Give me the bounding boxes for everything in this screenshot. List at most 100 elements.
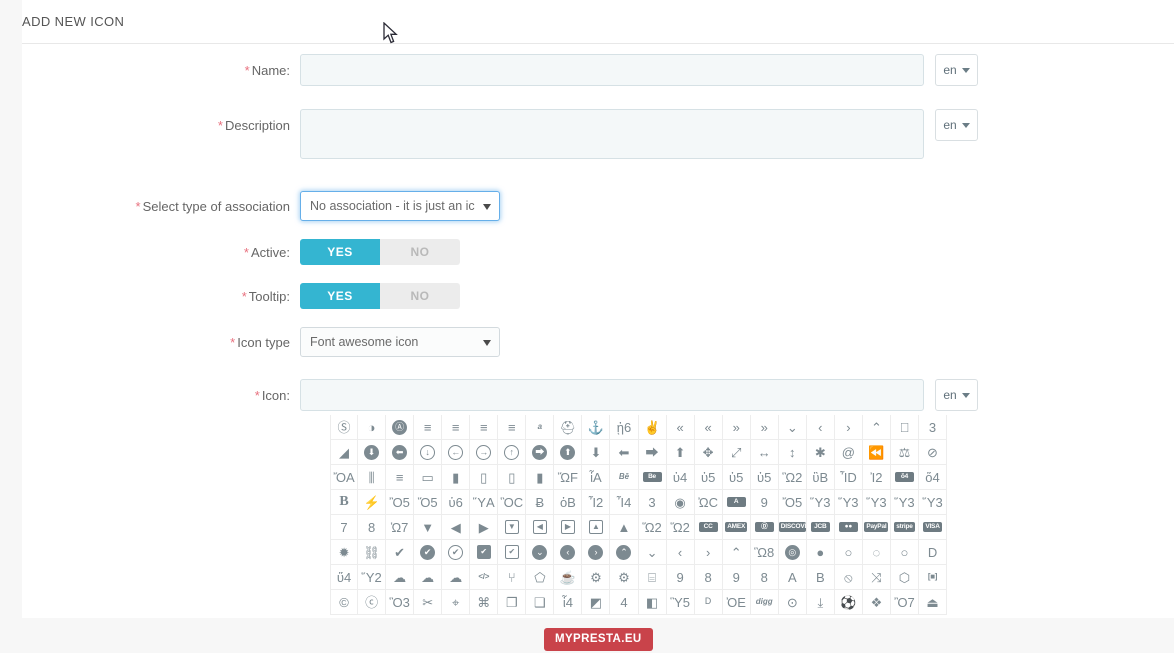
code-icon[interactable]: </> (470, 565, 498, 590)
angellist-icon[interactable]: ✌ (639, 415, 667, 440)
cog-icon[interactable]: ⚙ (582, 565, 610, 590)
circle-icon[interactable]: ● (807, 540, 835, 565)
buysellads-icon[interactable]: A (723, 490, 751, 515)
name-input[interactable] (300, 54, 924, 86)
battery-three-quarters-icon[interactable]: ▮ (526, 465, 554, 490)
cc-diners-club-icon[interactable]: Ⓓ (751, 515, 779, 540)
bars-icon[interactable]: ≡ (386, 465, 414, 490)
desktop-icon[interactable]: Ὓ5 (667, 590, 695, 615)
arrow-right-icon[interactable]: ⮕ (639, 440, 667, 465)
cc-paypal-icon[interactable]: PayPal (863, 515, 891, 540)
dashcube-icon[interactable]: ◩ (582, 590, 610, 615)
circle-o-notch-icon[interactable]: ◌ (863, 540, 891, 565)
check-circle-o-icon[interactable]: ✔ (442, 540, 470, 565)
creative-commons-icon[interactable]: ⓒ (358, 590, 386, 615)
tie-icon[interactable]: ὅ4 (919, 465, 947, 490)
arrow-circle-right-icon[interactable]: ⮕ (526, 440, 554, 465)
calendar-o-icon[interactable]: Ὕ3 (863, 490, 891, 515)
calculator-icon[interactable]: ὚9 (751, 490, 779, 515)
bell-icon[interactable]: ὑ4 (667, 465, 695, 490)
cubes-icon[interactable]: ❑ (526, 590, 554, 615)
copyright-icon[interactable]: © (330, 590, 358, 615)
behance-square-icon[interactable]: Be (639, 465, 667, 490)
caret-up-icon[interactable]: ▲ (610, 515, 638, 540)
bell-slash-o-icon[interactable]: ὑ5 (751, 465, 779, 490)
camera-retro-icon[interactable]: ὏8 (358, 515, 386, 540)
caret-square-o-up-icon[interactable]: ▲ (582, 515, 610, 540)
anchor-icon[interactable]: ⚓ (582, 415, 610, 440)
bookmark-o-icon[interactable]: ὝA (470, 490, 498, 515)
mypresta-badge[interactable]: MYPRESTA.EU (544, 628, 653, 651)
deviantart-icon[interactable]: ᴰ (695, 590, 723, 615)
font-awesome-icon-picker[interactable]: Ⓢ◑Ⓐ≡≡≡≡a⛑⚓ᾑ6✌««»»⌄‹›⌃὜3◢⬇⬅↓←→↑⮕⬆⬇⬅⮕⬆✥⤢↔… (330, 415, 947, 618)
certificate-icon[interactable]: ✹ (330, 540, 358, 565)
angle-double-down-icon[interactable]: « (667, 415, 695, 440)
bolt-icon[interactable]: ⚡ (358, 490, 386, 515)
caret-square-o-right-icon[interactable]: ▶ (554, 515, 582, 540)
comments-o-icon[interactable]: ὞B (807, 565, 835, 590)
database-icon[interactable]: ὜4 (610, 590, 638, 615)
chevron-right-icon[interactable]: › (695, 540, 723, 565)
black-tie-icon[interactable]: ὅ4 (891, 465, 919, 490)
calendar-times-o-icon[interactable]: Ὕ3 (919, 490, 947, 515)
beer-icon[interactable]: ἷA (582, 465, 610, 490)
arrow-circle-o-down-icon[interactable]: ↓ (414, 440, 442, 465)
bullhorn-icon[interactable]: ὎3 (639, 490, 667, 515)
cloud-icon[interactable]: ☁ (386, 565, 414, 590)
ban-icon[interactable]: ⊘ (919, 440, 947, 465)
caret-right-icon[interactable]: ▶ (470, 515, 498, 540)
dribbble-icon[interactable]: ⚽ (835, 590, 863, 615)
commenting-icon[interactable]: ὞9 (723, 565, 751, 590)
area-chart-icon[interactable]: ◢ (330, 440, 358, 465)
arrow-left-icon[interactable]: ⬅ (610, 440, 638, 465)
building-icon[interactable]: Ἶ2 (582, 490, 610, 515)
cc-amex-icon[interactable]: AMEX (723, 515, 751, 540)
icon-language-selector[interactable]: en (935, 379, 978, 411)
arrow-up-icon[interactable]: ⬆ (667, 440, 695, 465)
industry-icon[interactable]: ἾD (835, 465, 863, 490)
cube-icon[interactable]: ❐ (498, 590, 526, 615)
ambulance-icon[interactable]: ⛑ (554, 415, 582, 440)
codepen-icon[interactable]: ⬠ (526, 565, 554, 590)
cc-discover-icon[interactable]: DISCOVER (779, 515, 807, 540)
bullseye-icon[interactable]: ◉ (667, 490, 695, 515)
backward-icon[interactable]: ⏪ (863, 440, 891, 465)
cc-jcb-icon[interactable]: JCB (807, 515, 835, 540)
dropbox-icon[interactable]: ❖ (863, 590, 891, 615)
arrows-h-icon[interactable]: ↔ (751, 440, 779, 465)
association-select[interactable]: No association - it is just an ic (300, 191, 500, 221)
arrows-icon[interactable]: ✥ (695, 440, 723, 465)
angle-double-right-icon[interactable]: » (723, 415, 751, 440)
btc-icon[interactable]: Ƀ (526, 490, 554, 515)
bell-o-icon[interactable]: ὑ5 (695, 465, 723, 490)
battery-half-icon[interactable]: ▯ (470, 465, 498, 490)
chevron-circle-left-icon[interactable]: ‹ (554, 540, 582, 565)
align-right-icon[interactable]: ≡ (498, 415, 526, 440)
barcode-icon[interactable]: ⫼ (358, 465, 386, 490)
arrow-circle-o-right-icon[interactable]: → (470, 440, 498, 465)
amazon-icon[interactable]: a (526, 415, 554, 440)
chevron-up-icon[interactable]: ⌃ (723, 540, 751, 565)
description-language-selector[interactable]: en (935, 109, 978, 141)
caret-square-o-down-icon[interactable]: ▼ (498, 515, 526, 540)
check-circle-icon[interactable]: ✔ (414, 540, 442, 565)
chevron-circle-right-icon[interactable]: › (582, 540, 610, 565)
compress-icon[interactable]: ⤨ (863, 565, 891, 590)
building-o-icon[interactable]: Ἶ4 (610, 490, 638, 515)
bar-chart-icon[interactable]: ὌA (330, 465, 358, 490)
arrow-circle-o-left-icon[interactable]: ← (442, 440, 470, 465)
angle-right-icon[interactable]: › (835, 415, 863, 440)
bookmark-icon[interactable]: ὑ6 (442, 490, 470, 515)
battery-quarter-icon[interactable]: ▯ (498, 465, 526, 490)
arrows-v-icon[interactable]: ↕ (779, 440, 807, 465)
download-icon[interactable]: ⤓ (807, 590, 835, 615)
chevron-down-icon[interactable]: ⌄ (639, 540, 667, 565)
caret-left-icon[interactable]: ◀ (442, 515, 470, 540)
caret-down-icon[interactable]: ▼ (414, 515, 442, 540)
tooltip-toggle[interactable]: YES NO (300, 283, 460, 309)
check-icon[interactable]: ✔ (386, 540, 414, 565)
arrow-circle-o-up-icon[interactable]: ↑ (498, 440, 526, 465)
calendar-plus-o-icon[interactable]: Ὕ3 (891, 490, 919, 515)
angle-left-icon[interactable]: ‹ (807, 415, 835, 440)
connectdevelop-icon[interactable]: ⬡ (891, 565, 919, 590)
